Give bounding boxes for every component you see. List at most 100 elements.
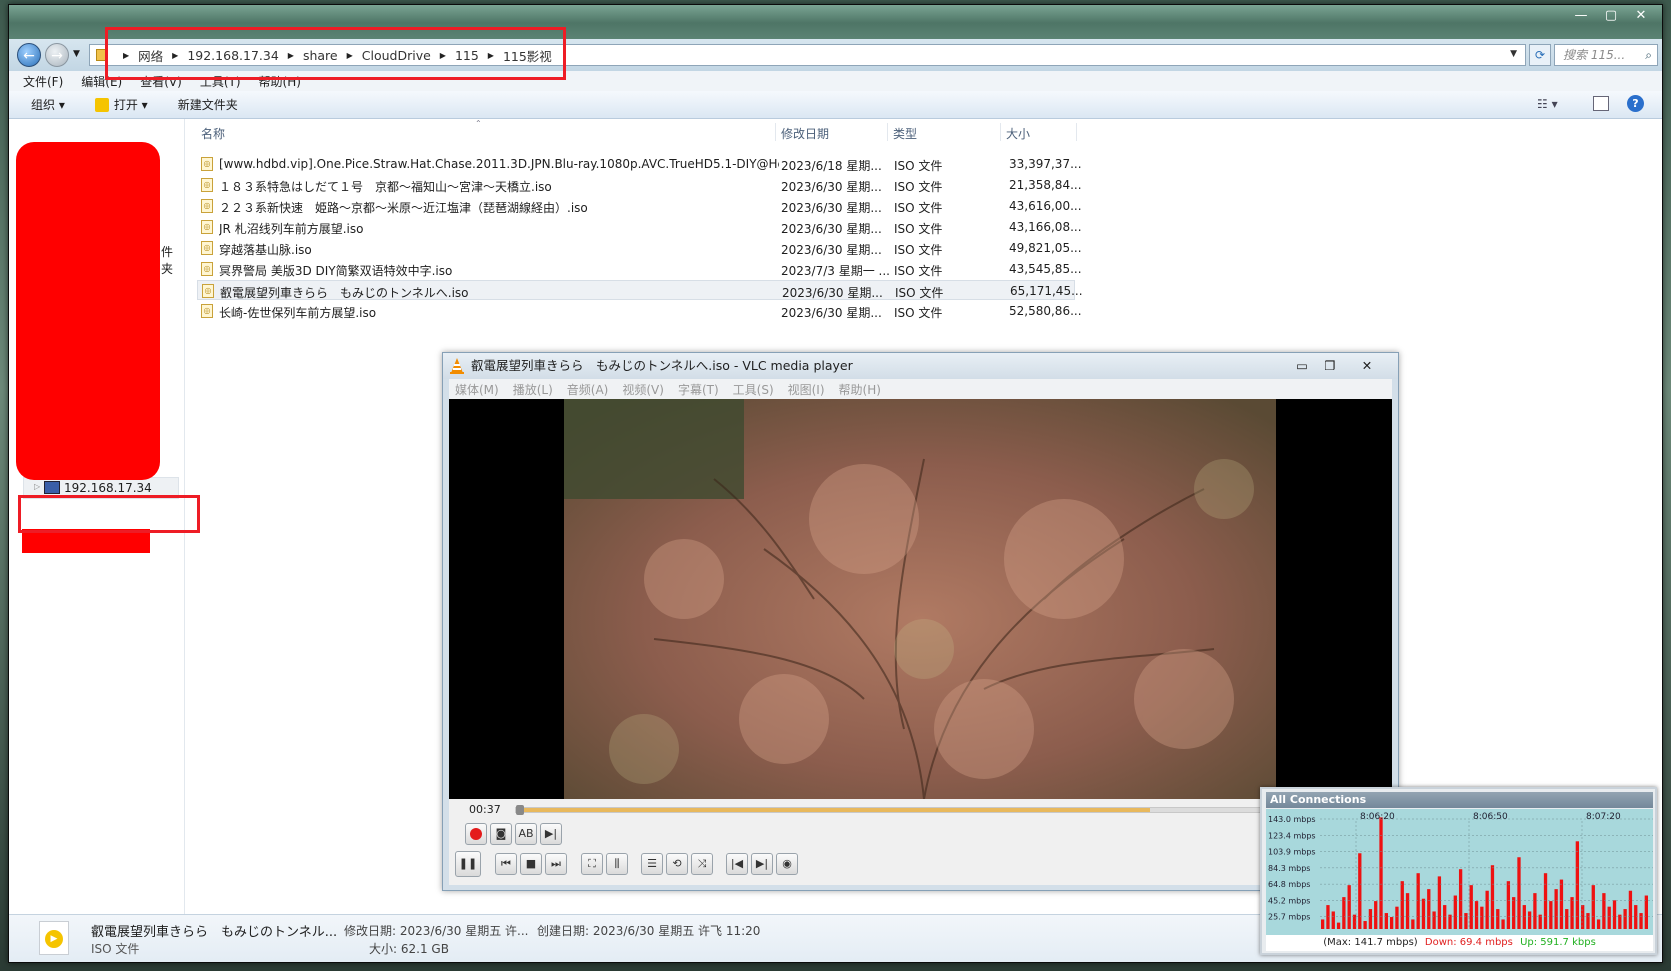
file-date: 2023/6/30 星期... [781,243,882,257]
traffic-bar [1559,879,1564,929]
file-row-selected[interactable]: ◎ 叡電展望列車きらら もみじのトンネルへ.iso 2023/6/30 星期..… [197,280,1083,300]
column-name[interactable]: 名称 [201,125,225,142]
forward-button[interactable]: → [45,43,69,67]
video-area[interactable] [449,399,1392,799]
details-file-name: 叡電展望列車きらら もみじのトンネル... [91,925,338,940]
file-row[interactable]: ◎ JR 札沼线列车前方展望.iso 2023/6/30 星期... ISO 文… [197,217,1082,237]
traffic-bar [1331,911,1335,929]
record-button[interactable] [465,823,487,845]
vlc-minimize-button[interactable]: ▭ [1288,353,1316,379]
y-tick-label: 25.7 mbps [1268,913,1310,922]
next-button[interactable]: ⏭ [545,853,567,875]
y-tick-label: 123.4 mbps [1268,831,1316,840]
next-chapter-button[interactable]: ▶| [751,853,773,875]
recent-dropdown-icon[interactable]: ▼ [73,49,80,59]
new-folder-button[interactable]: 新建文件夹 [178,96,238,113]
column-divider[interactable] [1076,123,1077,141]
loop-button[interactable]: ⟲ [666,853,688,875]
maximize-button[interactable]: ▢ [1597,7,1625,27]
loop-icon: ⟲ [672,857,682,870]
traffic-bar [1480,906,1484,929]
vlc-menu-tools[interactable]: 工具(S) [733,381,774,398]
open-button[interactable]: 打开 ▾ [114,96,148,113]
column-divider[interactable] [775,123,776,141]
file-row[interactable]: ◎ ２２３系新快速 姫路～京都～米原～近江塩津（琵琶湖線経由）.iso 2023… [197,196,1082,216]
column-size[interactable]: 大小 [1006,125,1030,142]
playlist-icon: ☰ [647,857,657,870]
traffic-bar [1474,901,1479,929]
vlc-menu-audio[interactable]: 音频(A) [567,381,609,398]
play-icon: ▶ [45,930,63,948]
disc-menu-button[interactable]: ◉ [776,853,798,875]
vlc-menu-subtitle[interactable]: 字幕(T) [678,381,719,398]
netmon-max: (Max: 141.7 mbps) [1323,937,1418,948]
organize-button[interactable]: 组织 ▾ [31,96,65,113]
traffic-bar [1458,869,1463,929]
extended-settings-button[interactable]: ⫼ [606,853,628,875]
column-divider[interactable] [1000,123,1001,141]
preview-pane-icon[interactable] [1593,96,1609,111]
traffic-bar [1336,922,1341,929]
vlc-menu-help[interactable]: 帮助(H) [839,381,881,398]
file-row[interactable]: ◎ 长崎-佐世保列车前方展望.iso 2023/6/30 星期... ISO 文… [197,301,1082,321]
vlc-menu-media[interactable]: 媒体(M) [455,381,499,398]
file-size: 65,171,45... [1010,284,1083,298]
column-type[interactable]: 类型 [893,125,917,142]
frame-step-icon: ▶| [544,827,558,840]
traffic-bar [1575,841,1580,929]
stop-button[interactable]: ■ [520,853,542,875]
loop-ab-button[interactable]: AB [515,823,537,845]
file-size: 49,821,05... [1009,241,1082,255]
traffic-bar [1549,901,1553,929]
column-divider[interactable] [887,123,888,141]
search-input[interactable]: 搜索 115... ⌕ [1554,44,1658,66]
back-button[interactable]: ← [17,43,41,67]
traffic-bar [1374,901,1378,929]
file-row[interactable]: ◎ [www.hdbd.vip].One.Pice.Straw.Hat.Chas… [197,154,1082,174]
host-highlight-box [18,495,200,533]
close-button[interactable]: ✕ [1627,7,1655,27]
details-modified: 修改日期: 2023/6/30 星期五 许... [344,924,529,938]
previous-chapter-button[interactable]: |◀ [726,853,748,875]
skip-forward-icon: ⏭ [551,857,561,870]
iso-file-icon: ◎ [201,220,213,234]
collapse-arrow-icon[interactable]: ▷ [34,482,40,491]
file-row[interactable]: ◎ 穿越落基山脉.iso 2023/6/30 星期... ISO 文件 49,8… [197,238,1082,258]
vlc-menu-video[interactable]: 视频(V) [622,381,664,398]
previous-button[interactable]: ⏮ [495,853,517,875]
pause-button[interactable]: ❚❚ [455,851,481,877]
vlc-restore-button[interactable]: ❐ [1316,353,1344,379]
view-options-icon[interactable]: ☷ ▾ [1537,97,1558,111]
shuffle-button[interactable]: ⤨ [691,853,713,875]
netmon-down: Down: 69.4 mbps [1424,937,1513,948]
traffic-bar [1581,905,1585,929]
minimize-button[interactable]: — [1567,7,1595,27]
traffic-bar [1496,909,1500,929]
snapshot-button[interactable]: ◙ [490,823,512,845]
playlist-button[interactable]: ☰ [641,853,663,875]
shuffle-icon: ⤨ [697,857,707,870]
column-date[interactable]: 修改日期 [781,125,829,142]
traffic-bar [1554,889,1558,929]
vlc-close-button[interactable]: ✕ [1346,353,1388,379]
menu-file[interactable]: 文件(F) [23,73,63,90]
loop-ab-icon: AB [518,827,534,840]
vlc-menu-view[interactable]: 视图(I) [788,381,825,398]
fullscreen-button[interactable]: ⛶ [581,853,603,875]
vlc-menu-playback[interactable]: 播放(L) [513,381,553,398]
file-row[interactable]: ◎ 冥界警局 美版3D DIY简繁双语特效中字.iso 2023/7/3 星期一… [197,259,1082,279]
address-dropdown-icon[interactable]: ▼ [1510,49,1517,59]
help-icon[interactable]: ? [1627,95,1644,112]
seek-handle[interactable] [516,805,524,815]
file-type: ISO 文件 [894,180,943,194]
file-type: ISO 文件 [894,243,943,257]
traffic-bar [1485,890,1489,929]
stop-icon: ■ [525,857,537,870]
file-row[interactable]: ◎ １８３系特急はしだて１号 京都～福知山～宮津～天橋立.iso 2023/6/… [197,175,1082,195]
seek-bar[interactable] [515,805,1385,815]
netmon-graph: 143.0 mbps 123.4 mbps 103.9 mbps 84.3 mbps 6… [1266,809,1653,935]
refresh-button[interactable]: ⟳ [1529,44,1551,66]
frame-step-button[interactable]: ▶| [540,823,562,845]
traffic-bar [1464,913,1468,929]
iso-file-icon: ◎ [201,157,213,171]
